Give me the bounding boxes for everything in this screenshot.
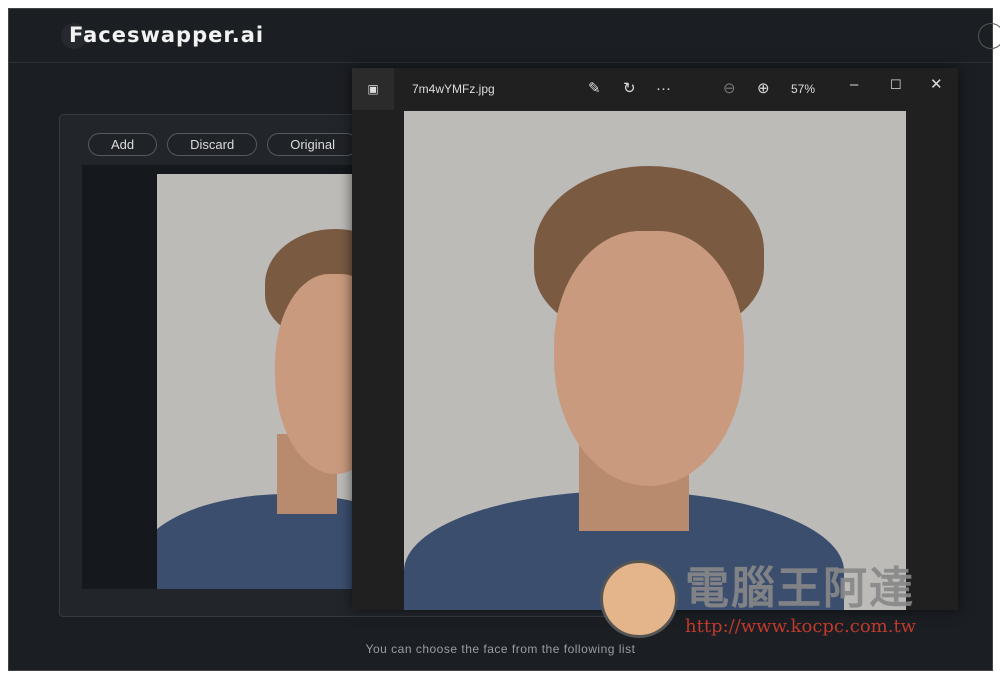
mascot-logo	[600, 560, 678, 638]
file-name: 7m4wYMFz.jpg	[412, 82, 495, 96]
watermark-url: http://www.kocpc.com.tw	[685, 616, 917, 637]
face-list-hint: You can choose the face from the followi…	[365, 642, 636, 656]
watermark: 電腦王阿達 http://www.kocpc.com.tw	[600, 550, 970, 640]
viewer-image	[404, 111, 906, 610]
edit-image-icon[interactable]: ✎	[588, 80, 601, 98]
add-button[interactable]: Add	[88, 133, 158, 156]
zoom-level: 57%	[791, 82, 816, 96]
minimize-button[interactable]: –	[850, 76, 858, 94]
header: Faceswapper.ai	[9, 9, 1000, 63]
user-avatar[interactable]	[978, 23, 1000, 49]
zoom-in-icon[interactable]: ⊕	[757, 80, 770, 98]
maximize-button[interactable]: ☐	[890, 76, 902, 94]
discard-button[interactable]: Discard	[167, 133, 258, 156]
logo[interactable]: Faceswapper.ai	[69, 23, 264, 47]
zoom-out-icon[interactable]: ⊖	[723, 80, 736, 98]
close-button[interactable]: ✕	[930, 76, 943, 94]
rotate-icon[interactable]: ↻	[623, 80, 636, 98]
photo-viewer-window: ▣ 7m4wYMFz.jpg ✎ ↻ ··· ⊖ ⊕ 57% – ☐ ✕	[352, 68, 958, 610]
more-options-icon[interactable]: ···	[656, 80, 671, 98]
viewer-titlebar: ▣ 7m4wYMFz.jpg	[352, 68, 958, 110]
photos-app-icon: ▣	[352, 68, 394, 110]
original-button[interactable]: Original	[267, 133, 359, 156]
watermark-title: 電腦王阿達	[685, 563, 915, 614]
